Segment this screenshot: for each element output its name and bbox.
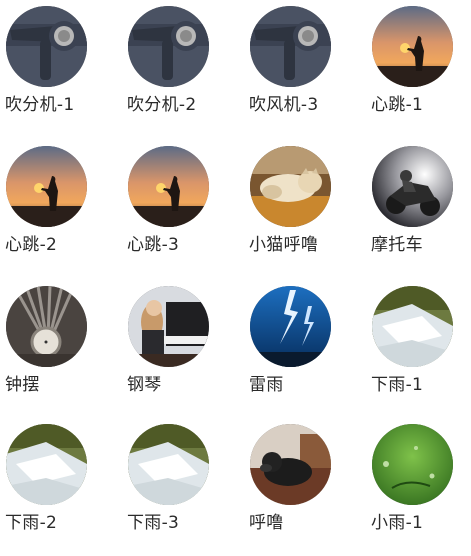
sound-label: 呼噜: [249, 513, 284, 533]
sunset-silhouette-icon: [6, 146, 87, 227]
sound-label: 摩托车: [371, 235, 423, 255]
sound-tile-heartbeat-2[interactable]: 心跳-2: [0, 140, 118, 278]
sound-tile-light-rain-1[interactable]: 小雨-1: [366, 418, 471, 556]
sound-tile-hair-dryer-1[interactable]: 吹分机-1: [0, 0, 118, 138]
sound-label: 心跳-1: [371, 95, 424, 115]
motorcycle-icon: [372, 146, 453, 227]
sound-label: 吹风机-3: [249, 95, 319, 115]
sound-label: 心跳-2: [5, 235, 58, 255]
sound-label: 雷雨: [249, 375, 284, 395]
hair-dryer-icon: [128, 6, 209, 87]
sound-tile-rain-1[interactable]: 下雨-1: [366, 280, 471, 418]
waterfall-icon: [6, 424, 87, 505]
lightning-storm-icon: [250, 286, 331, 367]
sound-label: 下雨-2: [5, 513, 58, 533]
sound-grid: 吹分机-1 吹分机-2 吹风机-3 心跳-1 心跳-2 心跳-3 小猫呼噜 摩托…: [0, 0, 471, 554]
sleeping-dog-icon: [250, 424, 331, 505]
sound-label: 吹分机-2: [127, 95, 197, 115]
hair-dryer-icon: [6, 6, 87, 87]
raindrop-leaf-icon: [372, 424, 453, 505]
sound-tile-hair-dryer-2[interactable]: 吹分机-2: [122, 0, 240, 138]
piano-icon: [128, 286, 209, 367]
sound-tile-hair-dryer-3[interactable]: 吹风机-3: [244, 0, 362, 138]
sunset-silhouette-icon: [128, 146, 209, 227]
sound-tile-piano[interactable]: 钢琴: [122, 280, 240, 418]
sound-tile-snore[interactable]: 呼噜: [244, 418, 362, 556]
sound-label: 小雨-1: [371, 513, 424, 533]
sound-tile-kitten-purr[interactable]: 小猫呼噜: [244, 140, 362, 278]
sleeping-cat-icon: [250, 146, 331, 227]
sound-label: 下雨-3: [127, 513, 180, 533]
sound-label: 钟摆: [5, 375, 40, 395]
waterfall-icon: [372, 286, 453, 367]
sound-tile-rain-3[interactable]: 下雨-3: [122, 418, 240, 556]
hair-dryer-icon: [250, 6, 331, 87]
sound-tile-pendulum[interactable]: 钟摆: [0, 280, 118, 418]
pocket-watch-icon: [6, 286, 87, 367]
sound-label: 下雨-1: [371, 375, 424, 395]
sound-label: 心跳-3: [127, 235, 180, 255]
waterfall-icon: [128, 424, 209, 505]
sound-label: 钢琴: [127, 375, 162, 395]
sound-label: 吹分机-1: [5, 95, 75, 115]
sound-tile-motorcycle[interactable]: 摩托车: [366, 140, 471, 278]
sound-label: 小猫呼噜: [249, 235, 319, 255]
sound-tile-heartbeat-3[interactable]: 心跳-3: [122, 140, 240, 278]
sound-tile-heartbeat-1[interactable]: 心跳-1: [366, 0, 471, 138]
sound-tile-thunderstorm[interactable]: 雷雨: [244, 280, 362, 418]
sound-tile-rain-2[interactable]: 下雨-2: [0, 418, 118, 556]
sunset-silhouette-icon: [372, 6, 453, 87]
